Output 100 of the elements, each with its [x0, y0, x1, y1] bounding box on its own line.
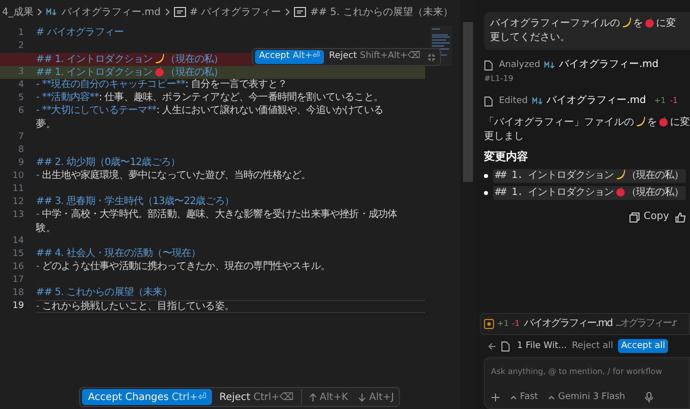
- step-label: Edited: [499, 95, 528, 108]
- diff-file-icon: [484, 319, 494, 329]
- code-line: - **現在の自分のキャッチコピー**: 自分を一言で表すと？: [36, 79, 288, 92]
- markdown-icon: [544, 61, 556, 69]
- wrapped-text: 験。: [36, 222, 56, 235]
- caret-up-icon: [510, 394, 517, 400]
- line-number: 15: [12, 248, 24, 261]
- line-number: 1: [17, 26, 24, 40]
- breadcrumb-item[interactable]: ## 5. これからの展望（未来）: [310, 4, 453, 20]
- reject-button[interactable]: Reject Ctrl+⌫: [216, 389, 297, 405]
- code-line: ## 2. 幼少期（0歳〜12歳ごろ）: [36, 157, 182, 170]
- file-path: ...オグラフィー.r: [615, 317, 676, 331]
- wrapped-text: 夢。: [36, 118, 56, 131]
- code-line: ## 3. 思春期・学生時代（13歳〜22歳ごろ）: [36, 196, 236, 208]
- code-line: ## 5. これからの展望（未来）: [36, 287, 173, 300]
- bullet-icon: [484, 174, 488, 178]
- line-number: 12: [12, 196, 24, 209]
- copy-icon: [628, 212, 640, 222]
- added-count: +1: [497, 318, 509, 330]
- line-number: 2: [17, 40, 24, 53]
- breadcrumb-item[interactable]: バイオグラフィー.md: [61, 4, 161, 20]
- code-line: ## 1. イントロダクション （現在の私）: [36, 66, 224, 79]
- next-change-button[interactable]: Alt+J: [355, 390, 398, 404]
- scrollbar-thumb[interactable]: [463, 22, 473, 182]
- code-line: - どのような仕事や活動に携わってきたか、現在の専門性やスキル。: [36, 261, 332, 274]
- reply-text: 「バイオグラフィー」ファイルの を に変更しまし: [484, 116, 690, 144]
- model-selector[interactable]: Gemini 3 Flash: [548, 390, 626, 404]
- inline-code: ## 1. イントロダクション （現在の私）: [493, 169, 686, 183]
- step-label: Analyzed: [499, 59, 540, 72]
- files-summary[interactable]: 1 File Wit...: [517, 339, 567, 353]
- line-number: 7: [17, 130, 24, 144]
- banana-icon: [621, 17, 632, 28]
- section-icon: [174, 7, 186, 17]
- caret-up-icon: [548, 394, 556, 400]
- chat-input-box[interactable]: Ask anything, @ to mention, / for workflow Fast Gemini 3 Flash: [484, 357, 690, 409]
- mode-selector[interactable]: Fast: [510, 390, 538, 404]
- chat-input[interactable]: Ask anything, @ to mention, / for workflow: [491, 365, 683, 379]
- file-link[interactable]: バイオグラフィー.md: [559, 58, 658, 72]
- thumbs-up-icon[interactable]: [675, 212, 686, 222]
- code-line: - **活動内容**: 仕事、趣味、ボランティアなど、今一番時間を割いていること。: [36, 92, 384, 104]
- code-line: # バイオグラフィー: [36, 27, 125, 40]
- arrow-down-icon: [358, 392, 366, 402]
- file-icon: [484, 60, 493, 70]
- previous-change-button[interactable]: Alt+K: [306, 390, 352, 404]
- apple-icon: [614, 186, 626, 197]
- reject-button[interactable]: Reject Shift+Alt+⌫: [326, 50, 422, 64]
- accept-all-button[interactable]: Accept all: [618, 339, 668, 353]
- section-icon: [294, 7, 306, 17]
- line-number: 3: [17, 66, 24, 79]
- code-line: - これから挑戦したいこと、目指している姿。: [36, 300, 425, 313]
- line-number: 18: [12, 286, 24, 300]
- code-line: ## 4. 社会人・現在の活動（〜現在）: [36, 248, 202, 260]
- copy-button[interactable]: Copy: [628, 210, 669, 224]
- line-number: 10: [12, 170, 24, 183]
- file-link[interactable]: バイオグラフィー.md: [546, 94, 646, 108]
- breadcrumb-item[interactable]: # バイオグラフィー: [190, 4, 282, 20]
- line-number: 4: [17, 78, 24, 92]
- arrow-left-icon: [488, 342, 496, 350]
- file-icon: [501, 340, 510, 352]
- plus-icon[interactable]: [491, 392, 500, 402]
- removed-count: -1: [512, 318, 520, 330]
- line-number: 6: [17, 104, 24, 118]
- chevron-right-icon: [37, 8, 42, 16]
- apple-icon: [658, 116, 669, 127]
- line-number: 14: [12, 234, 24, 248]
- chevron-right-icon: [285, 8, 290, 16]
- markdown-icon: [532, 97, 543, 105]
- line-number: 16: [12, 260, 24, 274]
- code-line: - **大切にしているテーマ**: 人生において譲れない価値観や、今追いかけている: [36, 105, 384, 118]
- reject-all-button[interactable]: Reject all: [572, 339, 614, 353]
- user-message-bubble: バイオグラフィーファイルの を に変更してください。: [484, 12, 690, 50]
- banana-icon: [635, 116, 646, 127]
- apple-icon: [644, 17, 655, 28]
- banana-icon: [154, 53, 165, 64]
- line-number: 9: [17, 156, 24, 170]
- accept-changes-button[interactable]: Accept Changes Ctrl+⏎: [82, 389, 212, 405]
- accept-button[interactable]: Accept Alt+⏎: [255, 50, 324, 64]
- line-number: 8: [17, 144, 24, 157]
- line-number: 5: [17, 92, 24, 105]
- markdown-icon: [46, 8, 58, 16]
- line-number: 17: [12, 274, 24, 287]
- line-number: 19: [12, 300, 24, 313]
- section-heading: 変更内容: [484, 150, 529, 164]
- added-count: +1: [654, 95, 666, 107]
- banana-icon: [614, 169, 626, 180]
- microphone-icon[interactable]: [645, 392, 654, 402]
- line-range: #L1-19: [484, 73, 514, 85]
- code-line: - 出生地や家庭環境、夢中になっていた遊び、当時の性格など。: [36, 170, 312, 183]
- line-number: 11: [12, 182, 24, 196]
- line-number: 13: [12, 208, 24, 222]
- breadcrumb-item[interactable]: 4_成果: [2, 4, 34, 20]
- file-icon: [484, 96, 493, 106]
- bullet-icon: [484, 191, 488, 195]
- code-line: - 中学・高校・大学時代。部活動、趣味、大きな影響を受けた出来事や挫折・成功体: [36, 209, 398, 222]
- apple-icon: [154, 66, 165, 77]
- changed-file-row[interactable]: +1 -1 バイオグラフィー.md ...オグラフィー.r: [480, 313, 690, 335]
- file-name: バイオグラフィー.md: [524, 317, 612, 331]
- collapse-icon[interactable]: [427, 52, 436, 62]
- arrow-up-icon: [308, 392, 317, 402]
- removed-count: -1: [670, 95, 678, 107]
